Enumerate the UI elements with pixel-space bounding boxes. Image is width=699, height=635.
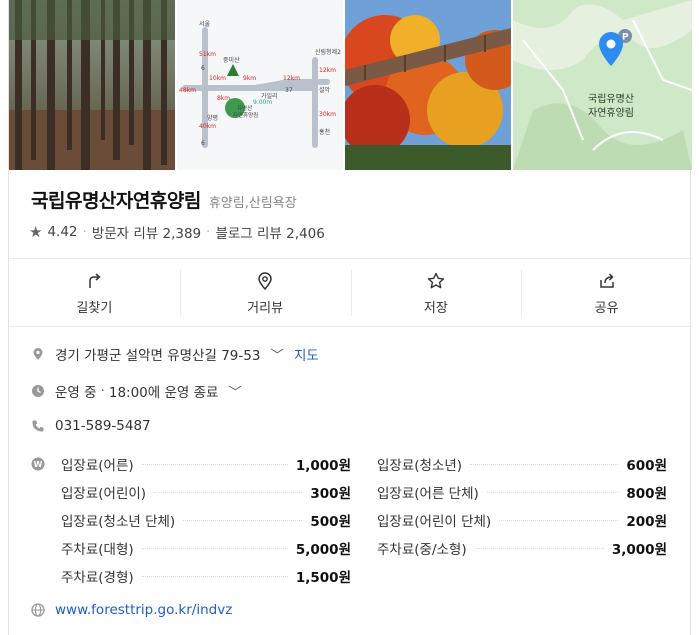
action-bar: 길찾기 거리뷰 저장 공유 [9, 260, 692, 326]
map-label: 자연휴양림 [233, 111, 258, 119]
map-tile-image: P 국립유명산 자연휴양림 [513, 0, 692, 170]
website-row: www.foresttrip.go.kr/indvz [31, 602, 671, 618]
map-label: 6 [201, 140, 205, 147]
directions-label: 길찾기 [76, 300, 113, 316]
map-label: 40km [199, 123, 216, 130]
fee-item: 입장료(어린이) 300원 [61, 486, 351, 502]
address-row: 경기 가평군 설악면 유명산길 79-53 ﹀ 지도 [31, 344, 671, 364]
map-label: 유명산 [237, 104, 252, 112]
share-label: 공유 [594, 300, 619, 316]
parking-label: P [622, 33, 629, 43]
fee-item: 입장료(어른 단체) 800원 [377, 486, 667, 502]
separator-dot: · [206, 224, 211, 240]
map-tile-label: 국립유명산 [588, 92, 634, 105]
save-button[interactable]: 저장 [350, 260, 522, 326]
map-label: 6 [201, 65, 205, 72]
save-label: 저장 [423, 300, 448, 316]
divider [9, 326, 692, 327]
map-label: 8km [217, 95, 230, 102]
phone-icon [32, 420, 44, 432]
svg-text:W: W [34, 460, 43, 469]
rating-value: 4.42 [47, 224, 78, 240]
title-row: 국립유명산자연휴양림 휴양림,산림욕장 [31, 186, 297, 213]
star-outline-icon [427, 272, 445, 288]
won-icon: W [31, 457, 45, 471]
website-link[interactable]: www.foresttrip.go.kr/indvz [55, 602, 232, 618]
map-label: 9.00m [253, 99, 272, 106]
fee-item: 입장료(어린이 단체) 200원 [377, 514, 667, 530]
map-label: 37 [285, 87, 293, 94]
photo-autumn[interactable] [345, 0, 511, 170]
map-tile-label: 자연휴양림 [588, 107, 634, 119]
map-label: 10km [209, 75, 226, 82]
clock-icon [32, 385, 44, 397]
route-map-image: 서울 51km 중미산 10km 9km 12km 37 가일리 6 6 산림청… [177, 0, 343, 170]
map-label: 12km [319, 67, 336, 74]
map-link[interactable]: 지도 [294, 344, 319, 364]
map-label: 홍천 [319, 128, 330, 136]
phone-row: 031-589-5487 [31, 418, 671, 434]
street-view-icon [258, 271, 272, 290]
fee-item: 입장료(어른) 1,000원 [61, 458, 351, 474]
phone-number[interactable]: 031-589-5487 [55, 418, 151, 434]
globe-icon [31, 603, 45, 617]
fee-item: 입장료(청소년 단체) 500원 [61, 514, 351, 530]
location-icon [33, 348, 43, 360]
status-text: 운영 중 [55, 385, 97, 401]
visitor-reviews-link[interactable]: 방문자 리뷰 2,389 [92, 222, 201, 242]
map-label: 12km [283, 75, 300, 82]
photo-strip: 서울 51km 중미산 10km 9km 12km 37 가일리 6 6 산림청… [9, 0, 692, 170]
autumn-image [345, 0, 511, 170]
fee-item: 주차료(대형) 5,000원 [61, 542, 351, 558]
map-label: 48km [179, 87, 196, 94]
separator-dot: · [100, 383, 105, 399]
map-label: 30km [319, 111, 336, 118]
street-view-button[interactable]: 거리뷰 [179, 260, 351, 326]
hours-detail[interactable]: 18:00에 운영 종료 [109, 381, 219, 401]
map-label: 양평 [207, 114, 218, 122]
map-label: 산림청제2 [315, 48, 341, 56]
fee-item: 주차료(경형) 1,500원 [61, 570, 351, 586]
star-icon: ★ [29, 223, 43, 241]
map-label: 9km [243, 75, 256, 82]
photo-map-tile[interactable]: P 국립유명산 자연휴양림 [513, 0, 692, 170]
blog-reviews-link[interactable]: 블로그 리뷰 2,406 [215, 222, 324, 242]
directions-icon [89, 272, 102, 288]
photo-route-map[interactable]: 서울 51km 중미산 10km 9km 12km 37 가일리 6 6 산림청… [177, 0, 343, 170]
hours-row: 운영 중 · 18:00에 운영 종료 ﹀ [31, 381, 671, 401]
divider [9, 258, 692, 259]
share-button[interactable]: 공유 [521, 260, 692, 326]
share-icon [599, 272, 614, 288]
map-label: 중미산 [223, 56, 240, 64]
street-view-label: 거리뷰 [247, 300, 284, 316]
rating-row: ★ 4.42 · 방문자 리뷰 2,389 · 블로그 리뷰 2,406 [29, 222, 325, 242]
chevron-down-icon[interactable]: ﹀ [228, 381, 242, 401]
place-category: 휴양림,산림욕장 [208, 196, 297, 211]
photo-forest[interactable] [9, 0, 175, 170]
fee-item: 주차료(중/소형) 3,000원 [377, 542, 667, 558]
directions-button[interactable]: 길찾기 [9, 260, 180, 326]
fee-item: 입장료(청소년) 600원 [377, 458, 667, 474]
map-label: 설악 [319, 86, 331, 94]
separator-dot: · [82, 224, 87, 240]
forest-image [9, 0, 175, 170]
place-name[interactable]: 국립유명산자연휴양림 [31, 186, 201, 213]
map-label: 서울 [199, 20, 211, 28]
map-label: 51km [199, 51, 216, 58]
place-card: 서울 51km 중미산 10km 9km 12km 37 가일리 6 6 산림청… [8, 0, 692, 635]
chevron-down-icon[interactable]: ﹀ [270, 344, 284, 364]
address-text: 경기 가평군 설악면 유명산길 79-53 [55, 348, 261, 364]
